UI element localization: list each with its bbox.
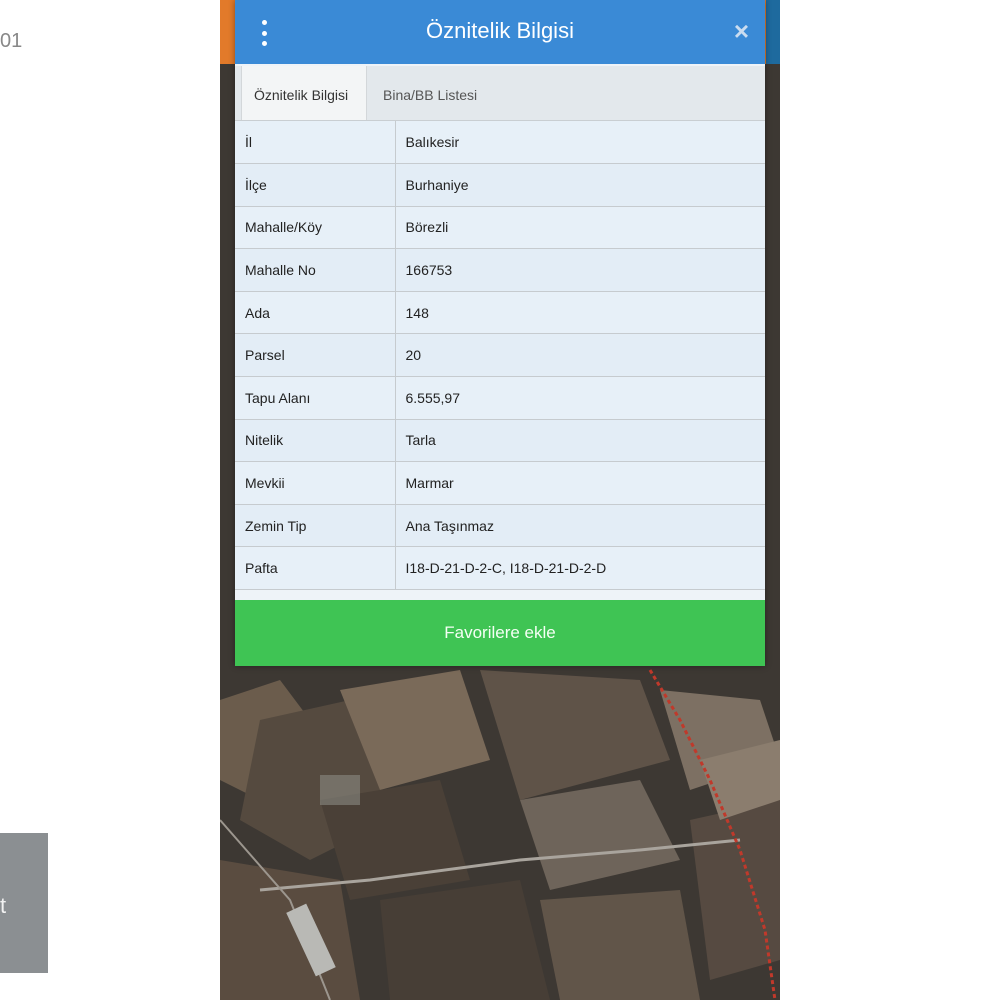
row-value: Tarla [395,419,765,463]
left-corner-text: 01 [0,30,23,52]
row-value: 148 [395,291,765,335]
row-key: Pafta [235,546,396,591]
close-icon[interactable]: × [734,16,749,46]
row-value: Burhaniye [395,163,765,207]
table-row: Mevkii Marmar [235,461,765,505]
left-thumbnail[interactable] [0,833,48,973]
table-row: Mahalle/Köy Börezli [235,206,765,250]
row-key: Tapu Alanı [235,376,396,420]
tab-building-list[interactable]: Bina/BB Listesi [371,66,489,120]
table-row: Pafta I18-D-21-D-2-C, I18-D-21-D-2-D [235,546,765,591]
row-value: Börezli [395,206,765,250]
table-row: İlçe Burhaniye [235,163,765,207]
row-value: Balıkesir [395,121,765,165]
tab-attribute-info[interactable]: Öznitelik Bilgisi [241,66,367,120]
dialog-tabs: Öznitelik Bilgisi Bina/BB Listesi [235,66,765,121]
left-thumbnail-text: t [0,893,7,918]
table-row: Parsel 20 [235,333,765,378]
row-value: 166753 [395,248,765,292]
row-value: 20 [395,333,765,378]
attribute-table: İl Balıkesir İlçe Burhaniye Mahalle/Köy … [235,121,765,591]
table-row: Mahalle No 166753 [235,248,765,292]
row-key: Mevkii [235,461,396,505]
row-value: 6.555,97 [395,376,765,420]
table-row: Ada 148 [235,291,765,335]
table-row: Nitelik Tarla [235,419,765,463]
attribute-dialog: Öznitelik Bilgisi × Öznitelik Bilgisi Bi… [235,0,765,666]
table-row: Tapu Alanı 6.555,97 [235,376,765,420]
row-value: Ana Taşınmaz [395,504,765,548]
row-key: Mahalle No [235,248,396,292]
row-key: Mahalle/Köy [235,206,396,250]
row-key: Parsel [235,333,396,378]
table-row: Zemin Tip Ana Taşınmaz [235,504,765,548]
row-key: İl [235,121,396,165]
row-value: Marmar [395,461,765,505]
dialog-title: Öznitelik Bilgisi [426,18,574,43]
dialog-header: Öznitelik Bilgisi × [235,0,765,64]
row-key: İlçe [235,163,396,207]
row-key: Nitelik [235,419,396,463]
row-key: Ada [235,291,396,335]
row-value: I18-D-21-D-2-C, I18-D-21-D-2-D [395,546,765,591]
table-row: İl Balıkesir [235,121,765,165]
row-key: Zemin Tip [235,504,396,548]
add-to-favorites-button[interactable]: Favorilere ekle [235,600,765,666]
